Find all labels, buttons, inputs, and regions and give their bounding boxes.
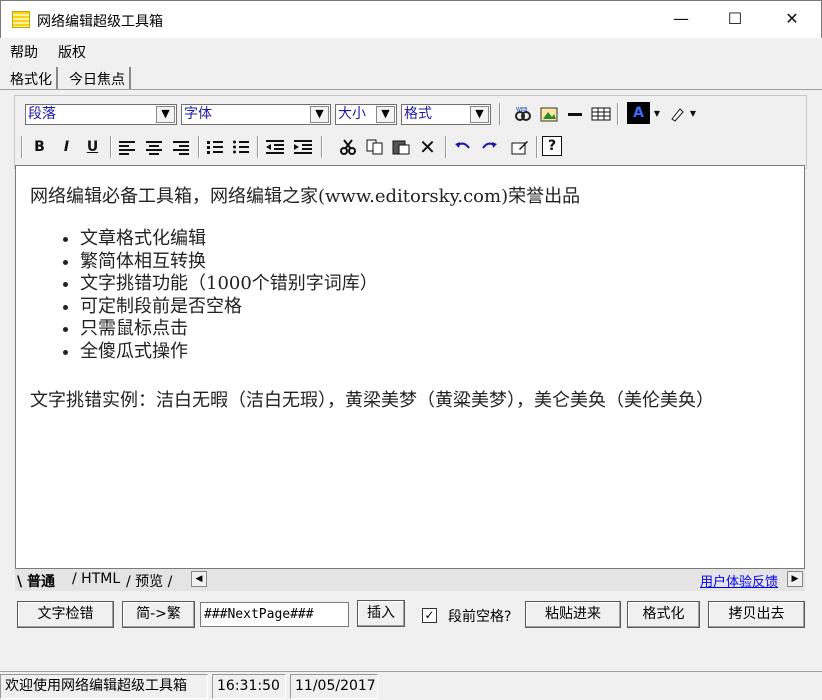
maximize-button[interactable]: ☐ (712, 1, 758, 39)
horizontal-rule-icon[interactable] (563, 103, 586, 125)
nextpage-input[interactable]: ###NextPage### (200, 602, 349, 627)
scroll-left-button[interactable]: ◀ (191, 571, 207, 587)
paste-icon[interactable] (389, 136, 412, 158)
status-bar: 欢迎使用网络编辑超级工具箱 16:31:50 11/05/2017 (0, 671, 822, 700)
paragraph-select-value: 段落 (28, 106, 56, 122)
toolbar-separator (198, 136, 200, 158)
toolbar-separator (257, 136, 259, 158)
indent-checkbox[interactable]: ✓ (422, 608, 437, 623)
tab-preview[interactable]: / 预览 / (126, 571, 172, 591)
highlight-dropdown-icon[interactable]: ▼ (687, 103, 699, 125)
font-select[interactable]: 字体 ▼ (181, 104, 331, 125)
font-color-icon[interactable]: A (627, 102, 650, 124)
format-select-value: 格式 (404, 106, 432, 122)
web-link-icon[interactable]: WEB (511, 103, 534, 125)
toolbar-separator (499, 103, 501, 125)
toolbar-separator (617, 103, 619, 125)
toolbar-separator (321, 136, 323, 158)
format-button[interactable]: 格式化 (627, 601, 700, 628)
align-right-icon[interactable] (169, 136, 192, 158)
help-icon[interactable]: ? (542, 136, 562, 156)
tab-html[interactable]: / HTML (72, 571, 120, 587)
status-date: 11/05/2017 (290, 674, 378, 699)
font-color-dropdown-icon[interactable]: ▼ (651, 103, 663, 125)
editor-bullet-list: 文章格式化编辑 繁简体相互转换 文字挑错功能（1000个错别字词库） 可定制段前… (30, 228, 378, 363)
list-item: 只需鼠标点击 (80, 318, 378, 341)
font-select-value: 字体 (184, 106, 212, 122)
status-time: 16:31:50 (212, 674, 286, 699)
chevron-down-icon: ▼ (376, 106, 395, 123)
editor-paragraph-1: 网络编辑必备工具箱，网络编辑之家(www.editorsky.com)荣誉出品 (30, 186, 581, 207)
highlight-pen-icon[interactable] (665, 103, 688, 125)
list-item: 文字挑错功能（1000个错别字词库） (80, 273, 378, 296)
list-item: 文章格式化编辑 (80, 228, 378, 251)
paragraph-select[interactable]: 段落 ▼ (25, 104, 177, 125)
delete-icon[interactable]: ✕ (416, 136, 439, 158)
feedback-link[interactable]: 用户体验反馈 (700, 571, 778, 590)
insert-button[interactable]: 插入 (357, 600, 405, 627)
scroll-right-button[interactable]: ▶ (787, 571, 803, 587)
chevron-down-icon: ▼ (470, 106, 489, 123)
outdent-icon[interactable] (263, 136, 286, 158)
toolbar-separator (445, 136, 447, 158)
editor-toolbar: 段落 ▼ 字体 ▼ 大小 ▼ 格式 ▼ WEB A ▼ ▼ B I U ✕ ? (14, 95, 807, 169)
chevron-down-icon: ▼ (310, 106, 329, 123)
tab-format[interactable]: 格式化 (6, 67, 58, 91)
redo-icon[interactable] (477, 136, 500, 158)
underline-button[interactable]: U (81, 136, 104, 158)
minimize-button[interactable]: — (658, 1, 704, 39)
align-center-icon[interactable] (142, 136, 165, 158)
toolbar-separator (110, 136, 112, 158)
menu-help[interactable]: 帮助 (10, 42, 38, 62)
list-item: 全傻瓜式操作 (80, 341, 378, 364)
align-left-icon[interactable] (115, 136, 138, 158)
list-item: 可定制段前是否空格 (80, 296, 378, 319)
indent-icon[interactable] (291, 136, 314, 158)
bold-button[interactable]: B (28, 136, 51, 158)
status-welcome: 欢迎使用网络编辑超级工具箱 (0, 674, 208, 699)
tab-html-label: HTML (81, 571, 121, 587)
menu-copyright[interactable]: 版权 (58, 42, 86, 62)
insert-table-icon[interactable] (589, 103, 612, 125)
unordered-list-icon[interactable] (229, 136, 252, 158)
toolbar-separator (536, 136, 538, 158)
title-bar: 网络编辑超级工具箱 — ☐ ✕ (0, 0, 822, 38)
paste-in-button[interactable]: 粘贴进来 (525, 601, 621, 628)
tab-today-focus[interactable]: 今日焦点 (65, 67, 131, 91)
spellcheck-button[interactable]: 文字检错 (17, 601, 114, 628)
editor-paragraph-2: 文字挑错实例：洁白无暇（洁白无瑕），黄梁美梦（黄粱美梦），美仑美奂（美伦美奂） (30, 390, 714, 411)
insert-image-icon[interactable] (537, 103, 560, 125)
action-row: 文字检错 简->繁 ###NextPage### 插入 ✓ 段前空格? 粘贴进来… (0, 600, 822, 633)
tab-normal[interactable]: \ 普通 (17, 571, 55, 591)
cut-icon[interactable] (336, 136, 359, 158)
indent-label: 段前空格? (448, 609, 512, 625)
app-icon (12, 11, 30, 28)
size-select-value: 大小 (338, 106, 366, 122)
editor-area[interactable]: 网络编辑必备工具箱，网络编辑之家(www.editorsky.com)荣誉出品 … (15, 165, 805, 569)
size-select[interactable]: 大小 ▼ (335, 104, 397, 125)
menu-bar: 帮助 版权 (0, 38, 822, 64)
ordered-list-icon[interactable] (203, 136, 226, 158)
tab-preview-label: 预览 (135, 574, 164, 590)
view-tabs: \ 普通 / HTML / 预览 / ◀ 用户体验反馈 ▶ (15, 569, 805, 591)
close-button[interactable]: ✕ (769, 1, 815, 39)
format-select[interactable]: 格式 ▼ (401, 104, 491, 125)
undo-icon[interactable] (451, 136, 474, 158)
convert-button[interactable]: 简->繁 (122, 601, 195, 628)
format-panel: 段落 ▼ 字体 ▼ 大小 ▼ 格式 ▼ WEB A ▼ ▼ B I U ✕ ? … (0, 89, 822, 661)
tab-normal-label: 普通 (27, 574, 55, 590)
list-item: 繁简体相互转换 (80, 251, 378, 274)
italic-button[interactable]: I (55, 136, 78, 158)
copy-icon[interactable] (363, 136, 386, 158)
toolbar-separator (21, 136, 23, 158)
edit-icon[interactable] (508, 136, 531, 158)
chevron-down-icon: ▼ (156, 106, 175, 123)
svg-text:WEB: WEB (516, 107, 528, 113)
main-tabs: 格式化 今日焦点 (0, 64, 822, 91)
window-title: 网络编辑超级工具箱 (37, 14, 163, 30)
copy-out-button[interactable]: 拷贝出去 (708, 601, 805, 628)
